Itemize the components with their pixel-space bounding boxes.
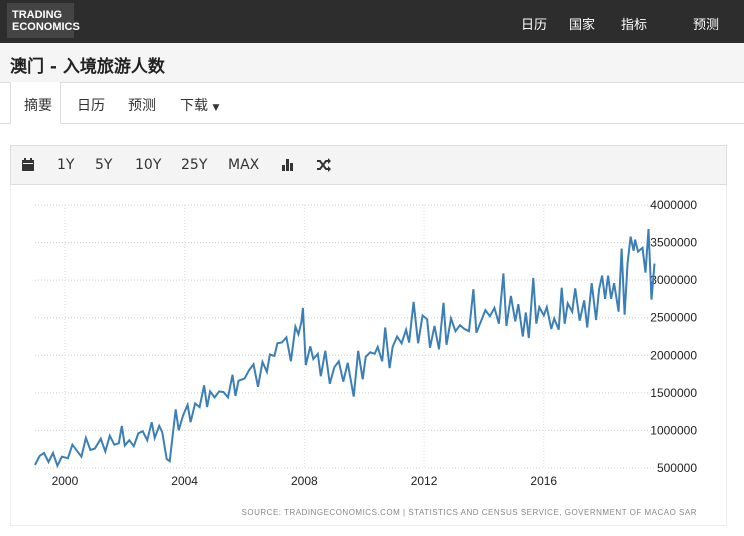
tab-bar: 摘要 日历 预测 下载 ▼ (0, 82, 744, 124)
x-tick-label: 2016 (530, 474, 557, 488)
y-tick-label: 2000000 (650, 348, 697, 362)
top-navbar: TRADING ECONOMICS 日历 国家 指标 预测 (0, 0, 744, 43)
range-1y[interactable]: 1Y (57, 157, 74, 173)
y-tick-label: 1000000 (650, 423, 697, 437)
y-tick-label: 2500000 (650, 311, 697, 325)
logo-line-1: TRADING (12, 9, 63, 21)
nav-indicators[interactable]: 指标 (621, 14, 647, 33)
y-tick-label: 500000 (657, 461, 697, 475)
range-25y[interactable]: 25Y (181, 157, 207, 173)
tab-forecast[interactable]: 预测 (128, 95, 156, 115)
chart-container: 500000 1000000 1500000 2000000 2500000 300000… (10, 185, 727, 526)
calendar-icon[interactable] (21, 158, 35, 172)
shuffle-icon[interactable] (316, 158, 332, 172)
y-tick-label: 1500000 (650, 386, 697, 400)
x-tick-label: 2000 (52, 474, 79, 488)
y-tick-label: 3000000 (650, 273, 697, 287)
nav-countries[interactable]: 国家 (569, 14, 595, 33)
logo-line-2: ECONOMICS (12, 21, 80, 33)
line-chart: 500000 1000000 1500000 2000000 2500000 300000… (34, 198, 697, 517)
trading-economics-logo[interactable]: TRADING ECONOMICS (7, 3, 80, 38)
nav-calendar[interactable]: 日历 (521, 14, 547, 33)
tab-download[interactable]: 下载 ▼ (180, 95, 219, 115)
chart-toolbar: 1Y 5Y 10Y 25Y MAX (10, 145, 727, 185)
download-label: 下载 (180, 98, 208, 114)
y-tick-label: 4000000 (650, 198, 697, 212)
range-5y[interactable]: 5Y (95, 157, 112, 173)
page-title: 澳门 - 入境旅游人数 (0, 43, 744, 83)
x-tick-label: 2004 (171, 474, 198, 488)
y-tick-label: 3500000 (650, 236, 697, 250)
range-10y[interactable]: 10Y (135, 157, 161, 173)
caret-down-icon: ▼ (212, 103, 220, 113)
x-tick-label: 2008 (291, 474, 318, 488)
nav-forecast[interactable]: 预测 (693, 14, 719, 33)
x-tick-label: 2012 (411, 474, 438, 488)
bar-chart-icon[interactable] (281, 158, 295, 172)
tab-calendar[interactable]: 日历 (77, 95, 105, 115)
tab-summary[interactable]: 摘要 (10, 82, 61, 124)
range-max[interactable]: MAX (228, 157, 259, 173)
source-note: SOURCE: TRADINGECONOMICS.COM | STATISTIC… (242, 508, 697, 517)
